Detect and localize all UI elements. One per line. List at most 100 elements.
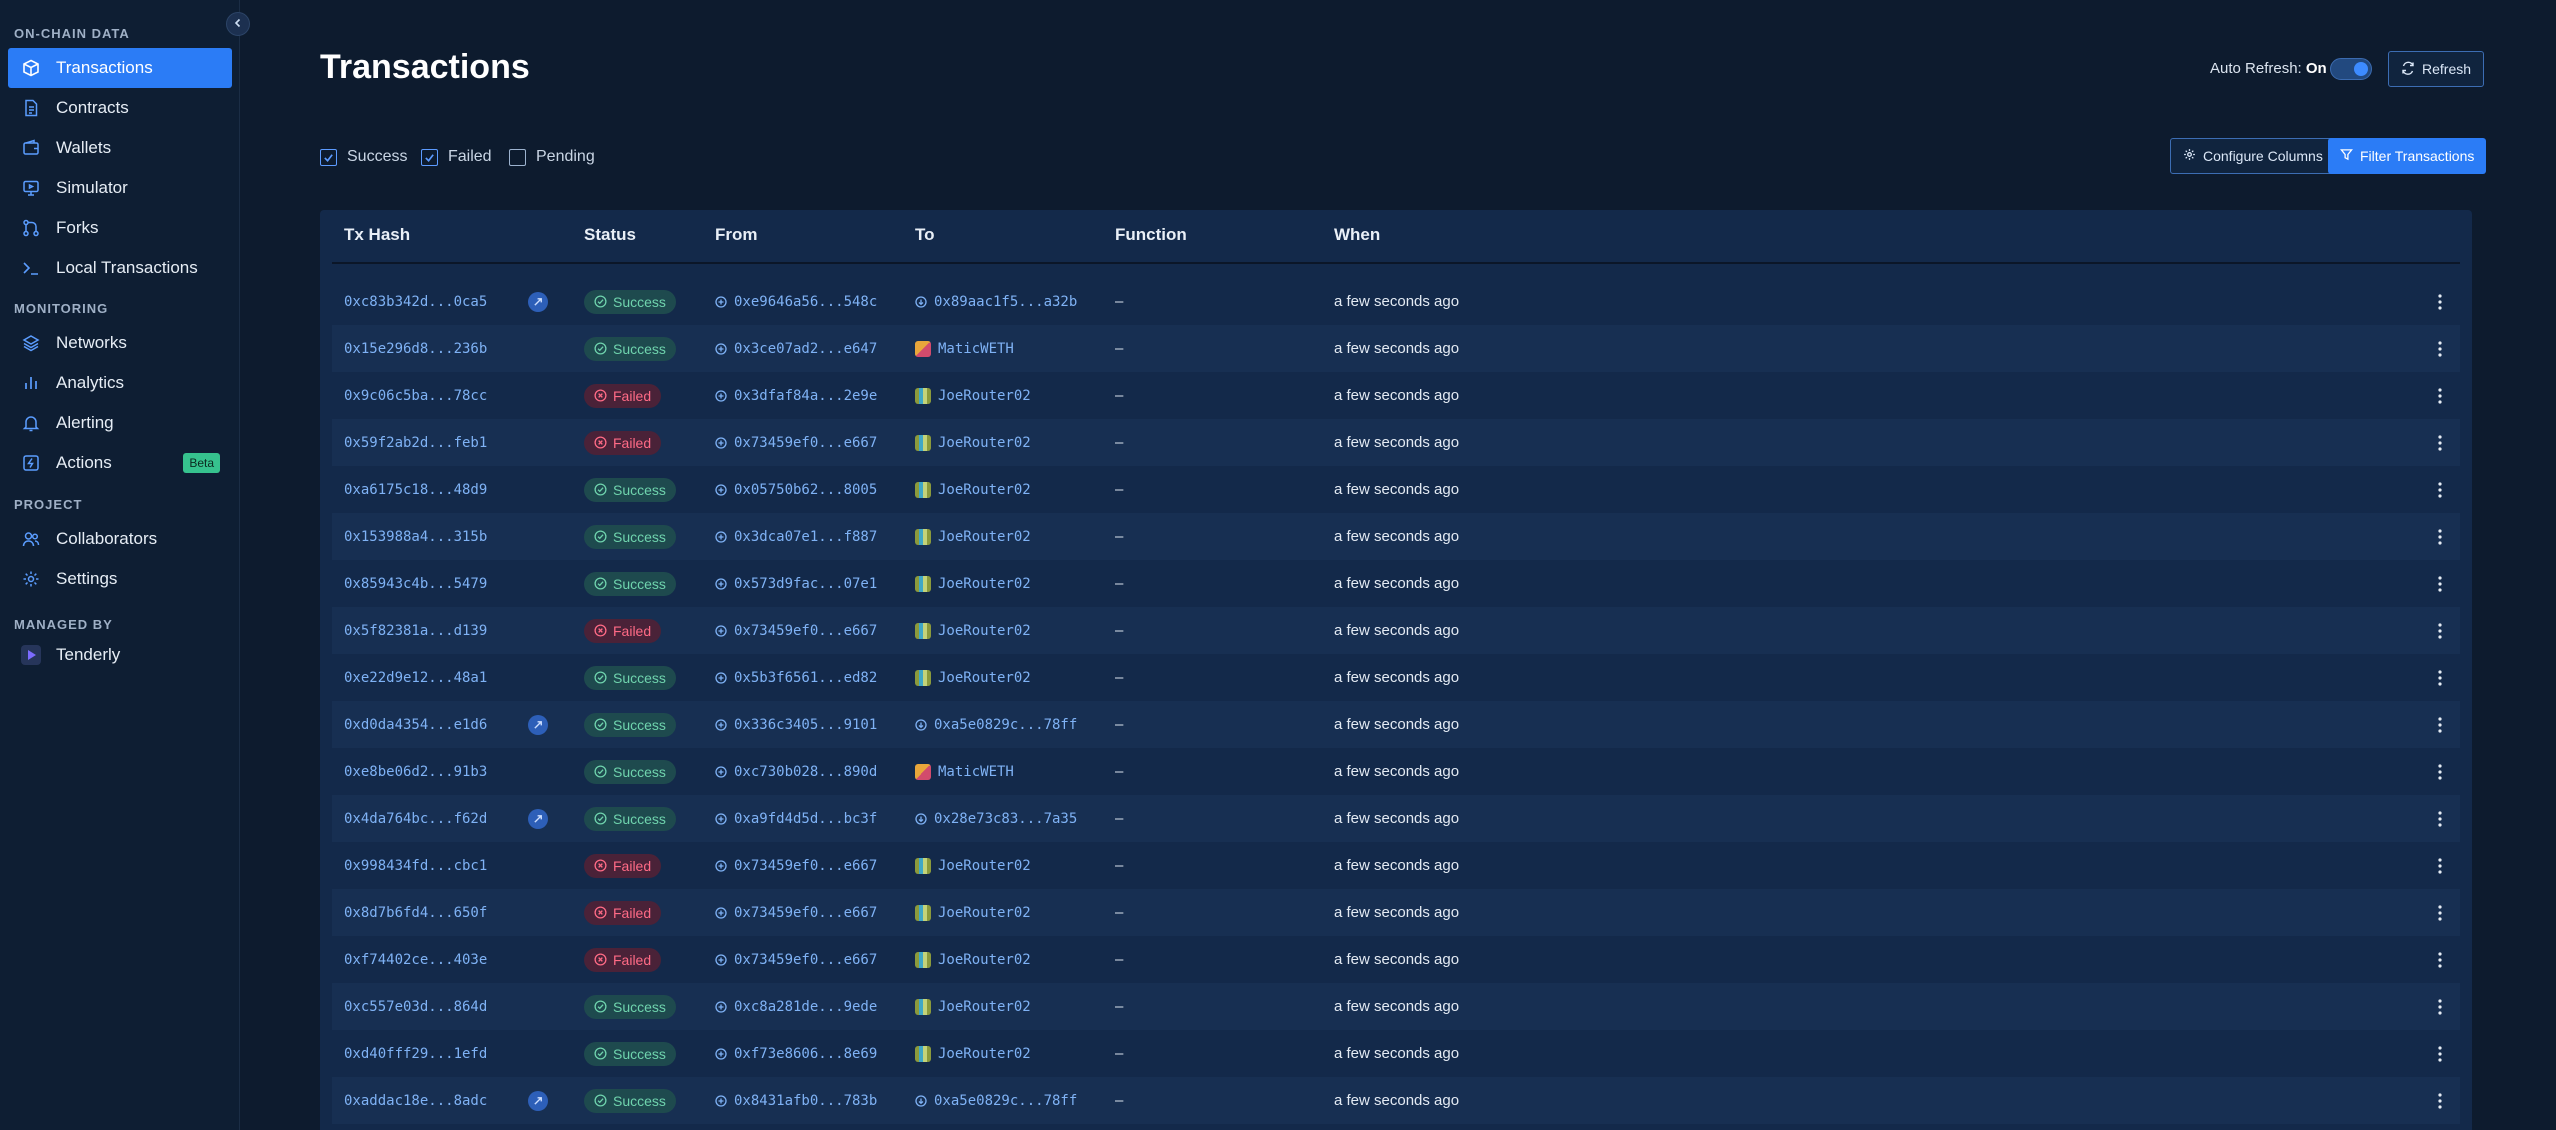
tx-hash-link[interactable]: 0xe22d9e12...48a1 bbox=[344, 654, 487, 701]
filter-transactions-button[interactable]: Filter Transactions bbox=[2328, 138, 2487, 174]
table-row[interactable]: 0x153988a4...315b Success 0x3dca07e1...f88… bbox=[332, 513, 2460, 560]
to-address-link[interactable]: JoeRouter02 bbox=[938, 1046, 1031, 1062]
from-address-link[interactable]: 0x3dca07e1...f887 bbox=[734, 529, 877, 545]
table-row[interactable]: 0xa6175c18...48d9 Success 0x05750b62...800… bbox=[332, 466, 2460, 513]
from-address-link[interactable]: 0x5b3f6561...ed82 bbox=[734, 670, 877, 686]
to-address-link[interactable]: JoeRouter02 bbox=[938, 858, 1031, 874]
tx-hash-link[interactable]: 0x85943c4b...5479 bbox=[344, 560, 487, 607]
table-row[interactable]: 0x998434fd...cbc1 Failed 0x73459ef0...e667… bbox=[332, 842, 2460, 889]
from-address-link[interactable]: 0xc730b028...890d bbox=[734, 764, 877, 780]
to-address-link[interactable]: JoeRouter02 bbox=[938, 482, 1031, 498]
row-menu-button[interactable] bbox=[2438, 325, 2442, 372]
auto-refresh-toggle[interactable] bbox=[2330, 58, 2372, 80]
tx-hash-link[interactable]: 0x5f82381a...d139 bbox=[344, 607, 487, 654]
row-menu-button[interactable] bbox=[2438, 1030, 2442, 1077]
table-row[interactable]: 0x85943c4b...5479 Success 0x573d9fac...07e… bbox=[332, 560, 2460, 607]
row-menu-button[interactable] bbox=[2438, 1077, 2442, 1124]
sidebar-item-tenderly[interactable]: Tenderly bbox=[8, 635, 232, 675]
table-row[interactable]: 0xc557e03d...864d Success 0xc8a281de...9ed… bbox=[332, 983, 2460, 1030]
sidebar-item-settings[interactable]: Settings bbox=[8, 559, 232, 599]
to-address-link[interactable]: JoeRouter02 bbox=[938, 529, 1031, 545]
to-address-link[interactable]: JoeRouter02 bbox=[938, 670, 1031, 686]
tx-hash-link[interactable]: 0x153988a4...315b bbox=[344, 513, 487, 560]
tx-hash-link[interactable]: 0x4da764bc...f62d bbox=[344, 795, 487, 842]
from-address-link[interactable]: 0x73459ef0...e667 bbox=[734, 623, 877, 639]
sidebar-item-contracts[interactable]: Contracts bbox=[8, 88, 232, 128]
sidebar-item-transactions[interactable]: Transactions bbox=[8, 48, 232, 88]
to-address-link[interactable]: JoeRouter02 bbox=[938, 952, 1031, 968]
to-address-link[interactable]: 0x28e73c83...7a35 bbox=[934, 811, 1077, 827]
from-address-link[interactable]: 0x73459ef0...e667 bbox=[734, 435, 877, 451]
table-row[interactable]: 0x5f82381a...d139 Failed 0x73459ef0...e667… bbox=[332, 607, 2460, 654]
table-row[interactable]: 0x4da764bc...f62d Success 0xa9fd4d5d...bc3… bbox=[332, 795, 2460, 842]
tx-hash-link[interactable]: 0xd0da4354...e1d6 bbox=[344, 701, 487, 748]
from-address-link[interactable]: 0xf73e8606...8e69 bbox=[734, 1046, 877, 1062]
row-menu-button[interactable] bbox=[2438, 372, 2442, 419]
tx-hash-link[interactable]: 0xe8be06d2...91b3 bbox=[344, 748, 487, 795]
row-menu-button[interactable] bbox=[2438, 701, 2442, 748]
from-address-link[interactable]: 0x73459ef0...e667 bbox=[734, 858, 877, 874]
row-menu-button[interactable] bbox=[2438, 936, 2442, 983]
row-menu-button[interactable] bbox=[2438, 419, 2442, 466]
to-address-link[interactable]: 0x89aac1f5...a32b bbox=[934, 294, 1077, 310]
sidebar-item-networks[interactable]: Networks bbox=[8, 323, 232, 363]
table-row[interactable]: 0xe22d9e12...48a1 Success 0x5b3f6561...ed8… bbox=[332, 654, 2460, 701]
sidebar-item-actions[interactable]: Actions Beta bbox=[8, 443, 232, 483]
to-address-link[interactable]: 0xa5e0829c...78ff bbox=[934, 717, 1077, 733]
table-row[interactable]: 0xd40fff29...1efd Success 0xf73e8606...8e6… bbox=[332, 1030, 2460, 1077]
table-row[interactable]: 0xaddac18e...8adc Success 0x8431afb0...783… bbox=[332, 1077, 2460, 1124]
table-row[interactable]: 0x8d7b6fd4...650f Failed 0x73459ef0...e667… bbox=[332, 889, 2460, 936]
column-header-tx-hash[interactable]: Tx Hash bbox=[344, 225, 410, 245]
simulate-icon[interactable] bbox=[528, 291, 548, 312]
tx-hash-link[interactable]: 0x998434fd...cbc1 bbox=[344, 842, 487, 889]
table-row[interactable]: 0x59f2ab2d...feb1 Failed 0x73459ef0...e667… bbox=[332, 419, 2460, 466]
sidebar-item-wallets[interactable]: Wallets bbox=[8, 128, 232, 168]
from-address-link[interactable]: 0x73459ef0...e667 bbox=[734, 952, 877, 968]
filter-success-checkbox[interactable]: Success bbox=[320, 148, 407, 166]
sidebar-item-local-transactions[interactable]: Local Transactions bbox=[8, 248, 232, 288]
from-address-link[interactable]: 0xe9646a56...548c bbox=[734, 294, 877, 310]
from-address-link[interactable]: 0x336c3405...9101 bbox=[734, 717, 877, 733]
table-row[interactable]: 0x9c06c5ba...78cc Failed 0x3dfaf84a...2e9e… bbox=[332, 372, 2460, 419]
tx-hash-link[interactable]: 0x59f2ab2d...feb1 bbox=[344, 419, 487, 466]
row-menu-button[interactable] bbox=[2438, 889, 2442, 936]
column-header-when[interactable]: When bbox=[1334, 225, 1380, 245]
row-menu-button[interactable] bbox=[2438, 795, 2442, 842]
from-address-link[interactable]: 0xc8a281de...9ede bbox=[734, 999, 877, 1015]
to-address-link[interactable]: MaticWETH bbox=[938, 341, 1014, 357]
tx-hash-link[interactable]: 0xa6175c18...48d9 bbox=[344, 466, 487, 513]
row-menu-button[interactable] bbox=[2438, 983, 2442, 1030]
row-menu-button[interactable] bbox=[2438, 513, 2442, 560]
from-address-link[interactable]: 0x3ce07ad2...e647 bbox=[734, 341, 877, 357]
from-address-link[interactable]: 0x8431afb0...783b bbox=[734, 1093, 877, 1109]
row-menu-button[interactable] bbox=[2438, 466, 2442, 513]
from-address-link[interactable]: 0x3dfaf84a...2e9e bbox=[734, 388, 877, 404]
filter-pending-checkbox[interactable]: Pending bbox=[509, 148, 595, 166]
sidebar-item-alerting[interactable]: Alerting bbox=[8, 403, 232, 443]
tx-hash-link[interactable]: 0xd40fff29...1efd bbox=[344, 1030, 487, 1077]
table-row[interactable]: 0xc83b342d...0ca5 Success 0xe9646a56...548… bbox=[332, 278, 2460, 325]
refresh-button[interactable]: Refresh bbox=[2388, 51, 2485, 87]
column-header-from[interactable]: From bbox=[715, 225, 758, 245]
to-address-link[interactable]: JoeRouter02 bbox=[938, 435, 1031, 451]
table-row[interactable]: 0xe8be06d2...91b3 Success 0xc730b028...890… bbox=[332, 748, 2460, 795]
row-menu-button[interactable] bbox=[2438, 607, 2442, 654]
to-address-link[interactable]: JoeRouter02 bbox=[938, 623, 1031, 639]
sidebar-item-analytics[interactable]: Analytics bbox=[8, 363, 232, 403]
to-address-link[interactable]: JoeRouter02 bbox=[938, 905, 1031, 921]
row-menu-button[interactable] bbox=[2438, 842, 2442, 889]
tx-hash-link[interactable]: 0xc557e03d...864d bbox=[344, 983, 487, 1030]
column-header-status[interactable]: Status bbox=[584, 225, 636, 245]
from-address-link[interactable]: 0x73459ef0...e667 bbox=[734, 905, 877, 921]
simulate-icon[interactable] bbox=[528, 808, 548, 829]
from-address-link[interactable]: 0x573d9fac...07e1 bbox=[734, 576, 877, 592]
sidebar-item-simulator[interactable]: Simulator bbox=[8, 168, 232, 208]
tx-hash-link[interactable]: 0xf74402ce...403e bbox=[344, 936, 487, 983]
row-menu-button[interactable] bbox=[2438, 654, 2442, 701]
to-address-link[interactable]: JoeRouter02 bbox=[938, 388, 1031, 404]
row-menu-button[interactable] bbox=[2438, 560, 2442, 607]
table-row[interactable]: 0xd0da4354...e1d6 Success 0x336c3405...910… bbox=[332, 701, 2460, 748]
to-address-link[interactable]: JoeRouter02 bbox=[938, 999, 1031, 1015]
tx-hash-link[interactable]: 0x15e296d8...236b bbox=[344, 325, 487, 372]
table-row[interactable]: 0xf74402ce...403e Failed 0x73459ef0...e667… bbox=[332, 936, 2460, 983]
